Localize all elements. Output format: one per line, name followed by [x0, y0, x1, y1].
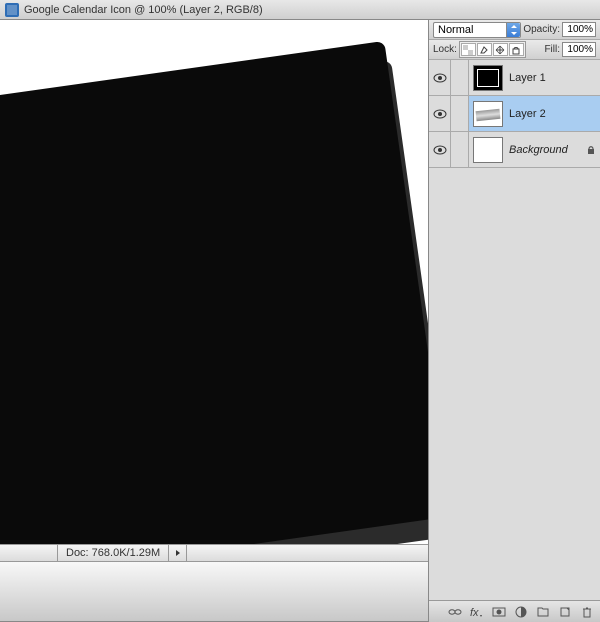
canvas[interactable] [0, 20, 428, 544]
document-title: Google Calendar Icon @ 100% (Layer 2, RG… [24, 4, 263, 16]
status-zoom-field[interactable] [0, 545, 58, 561]
link-layers-button[interactable] [446, 604, 464, 620]
lock-position-button[interactable] [493, 43, 508, 56]
layer-row[interactable]: Layer 2 [429, 96, 600, 132]
opacity-label: Opacity: [523, 24, 560, 35]
layers-list: Layer 1 Layer 2 Background [429, 60, 600, 600]
blend-mode-select[interactable]: Normal [433, 22, 521, 38]
new-layer-button[interactable] [556, 604, 574, 620]
dropdown-arrows-icon [506, 23, 520, 37]
fill-label: Fill: [544, 44, 560, 55]
layer-group-button[interactable] [534, 604, 552, 620]
layer-thumbnail[interactable] [473, 101, 503, 127]
layer-thumbnail[interactable] [473, 65, 503, 91]
layer-thumbnail[interactable] [473, 137, 503, 163]
status-bar: Doc: 768.0K/1.29M [0, 544, 428, 562]
lock-buttons-group [459, 41, 526, 58]
blend-mode-value: Normal [438, 24, 473, 36]
svg-text:fx: fx [470, 607, 479, 618]
lock-label: Lock: [433, 44, 457, 55]
adjustment-layer-button[interactable] [512, 604, 530, 620]
delete-layer-button[interactable] [578, 604, 596, 620]
layer-mask-button[interactable] [490, 604, 508, 620]
lock-transparency-button[interactable] [461, 43, 476, 56]
layer-row[interactable]: Background [429, 132, 600, 168]
lock-all-button[interactable] [509, 43, 524, 56]
lock-pixels-button[interactable] [477, 43, 492, 56]
document-titlebar: Google Calendar Icon @ 100% (Layer 2, RG… [0, 0, 600, 20]
layers-panel: Normal Opacity: Lock: [428, 20, 600, 622]
status-doc-size: Doc: 768.0K/1.29M [58, 545, 169, 561]
canvas-artwork [0, 41, 428, 544]
opacity-input[interactable] [562, 22, 596, 37]
layer-effects-button[interactable]: fx [468, 604, 486, 620]
layer-name[interactable]: Layer 1 [507, 72, 600, 84]
visibility-toggle[interactable] [429, 60, 451, 95]
visibility-toggle[interactable] [429, 132, 451, 167]
workspace-gray-area [0, 562, 428, 622]
visibility-toggle[interactable] [429, 96, 451, 131]
status-menu-arrow[interactable] [169, 545, 187, 561]
lock-icon [582, 144, 600, 155]
layer-name[interactable]: Layer 2 [507, 108, 600, 120]
fill-input[interactable] [562, 42, 596, 57]
layer-name[interactable]: Background [507, 144, 582, 156]
layers-panel-footer: fx [429, 600, 600, 622]
layer-row[interactable]: Layer 1 [429, 60, 600, 96]
photoshop-icon [4, 2, 20, 18]
